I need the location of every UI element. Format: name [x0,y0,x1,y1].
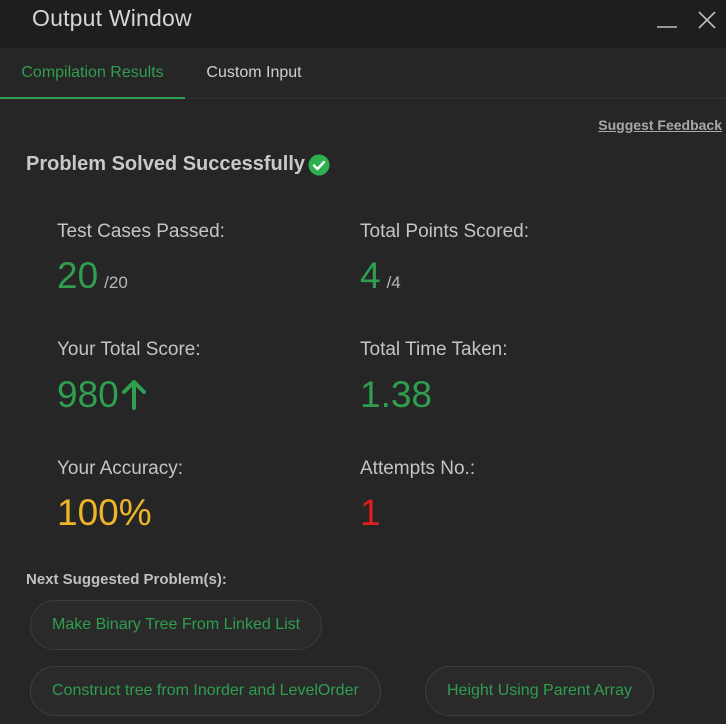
status-text: Problem Solved Successfully [26,153,305,175]
close-button[interactable] [694,8,720,34]
suggested-problem-chip[interactable]: Construct tree from Inorder and LevelOrd… [30,666,381,716]
check-circle-icon [308,154,330,175]
suggest-feedback-link[interactable]: Suggest Feedback [598,117,722,133]
attempts-value: 1 [360,492,381,533]
time-taken-label: Total Time Taken: [360,339,508,360]
suggested-problems-label: Next Suggested Problem(s): [26,571,227,588]
status-message: Problem Solved Successfully [26,153,330,176]
accuracy-value: 100% [57,492,152,533]
total-score-label: Your Total Score: [57,339,201,360]
test-cases-label: Test Cases Passed: [57,221,225,242]
window-title: Output Window [32,5,192,31]
test-cases-passed: 20 [57,255,99,296]
points-scored: 4 [360,255,381,296]
total-score-value: 980 [57,375,147,415]
suggested-problem-chip[interactable]: Height Using Parent Array [425,666,654,716]
tab-compilation-results[interactable]: Compilation Results [0,48,185,99]
points-label: Total Points Scored: [360,221,529,242]
tab-custom-input[interactable]: Custom Input [185,48,323,99]
total-score: 980 [57,374,119,415]
close-icon [698,11,716,29]
suggested-problem-chip[interactable]: Make Binary Tree From Linked List [30,600,323,650]
test-cases-total: /20 [104,273,128,292]
arrow-up-icon [121,380,146,410]
title-bar: Output Window [0,0,726,48]
accuracy-label: Your Accuracy: [57,458,184,479]
tab-bar: Compilation Results Custom Input [0,48,726,99]
attempts-label: Attempts No.: [360,458,476,479]
minimize-button[interactable] [654,8,680,34]
test-cases-value: 20 /20 [57,256,128,303]
minimize-icon [657,26,677,28]
points-total: /4 [386,273,401,292]
points-value: 4 /4 [360,256,401,303]
time-taken-value: 1.38 [360,374,433,415]
